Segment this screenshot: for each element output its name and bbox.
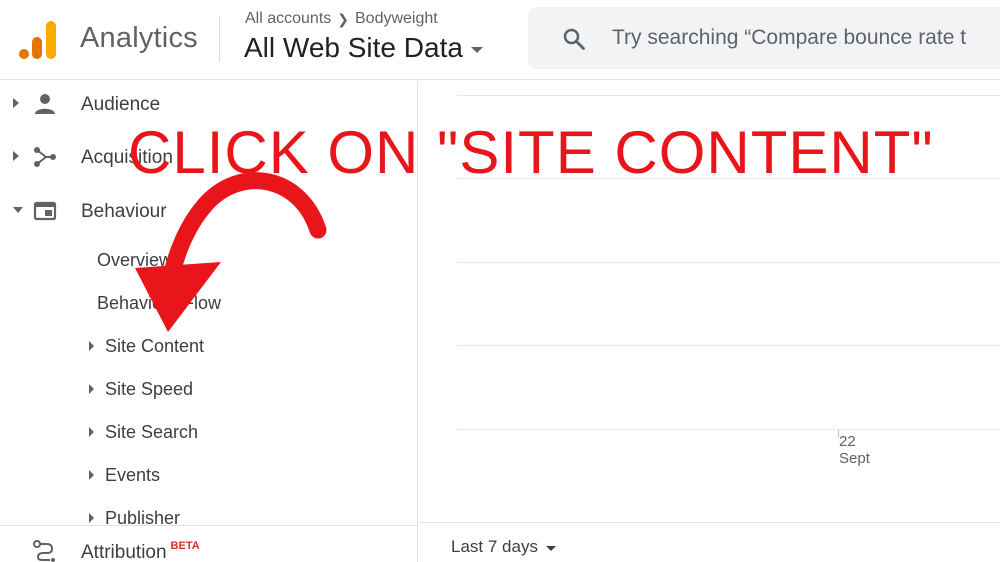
sidebar-item-site-content[interactable]: Site Content [0,328,418,364]
date-range-selector[interactable]: Last 7 days [451,537,556,557]
analytics-logo-icon[interactable] [18,20,58,60]
expand-arrow-icon[interactable] [89,341,94,351]
sidebar-item-attribution[interactable]: Attribution BETA [0,531,418,562]
expand-arrow-icon[interactable] [89,384,94,394]
chevron-right-icon: ❯ [337,10,349,27]
chart-gridline [457,95,1000,96]
sidebar-item-label: Attribution BETA [81,540,200,562]
breadcrumb-account[interactable]: All accounts [245,10,331,28]
caret-down-icon [470,47,483,53]
date-range-label: Last 7 days [451,537,538,556]
chart-gridline [457,345,1000,346]
search-box[interactable] [528,7,1000,69]
attribution-label: Attribution [81,542,167,562]
sidebar-item-label: Events [105,465,161,485]
sidebar-item-site-search[interactable]: Site Search [0,414,418,450]
sidebar-item-events[interactable]: Events [0,457,418,493]
sidebar-item-label: Audience [81,94,161,115]
caret-down-icon [545,545,556,551]
expand-arrow-icon[interactable] [13,151,19,161]
attribution-icon [33,540,55,562]
breadcrumb-property[interactable]: Bodyweight [355,10,438,28]
sidebar-item-audience[interactable]: Audience [0,83,418,125]
product-name: Analytics [80,22,198,54]
sidebar-item-label: Site Search [105,422,199,442]
chart-footer-divider [419,522,1000,523]
sidebar-item-acquisition[interactable]: Acquisition [0,136,418,178]
expand-arrow-icon[interactable] [89,513,94,523]
sidebar-item-label: Behaviour Flow [97,293,222,313]
chart-gridline [457,429,1000,430]
sidebar-item-label: Behaviour [81,201,167,222]
sidebar-item-behaviour-flow[interactable]: Behaviour Flow [0,285,418,321]
sidebar-item-overview[interactable]: Overview [0,242,418,278]
sidebar: Audience Acquisition Behaviour Overview … [0,81,418,562]
chart-tick-label: 22 Sept [839,433,870,467]
tick-day: 22 [839,433,856,450]
main-content: 22 Sept Last 7 days [419,81,1000,562]
app-header: Analytics All accounts ❯ Bodyweight All … [0,0,1000,80]
view-name: All Web Site Data [244,32,463,63]
search-icon[interactable] [562,27,586,51]
chart-gridline [457,262,1000,263]
expand-arrow-icon[interactable] [89,470,94,480]
sidebar-item-label: Site Speed [105,379,194,399]
collapse-arrow-icon[interactable] [13,207,23,213]
sidebar-divider [0,525,418,526]
person-icon [35,94,55,114]
expand-arrow-icon[interactable] [13,98,19,108]
expand-arrow-icon[interactable] [89,427,94,437]
beta-badge: BETA [170,540,200,552]
sidebar-item-behaviour[interactable]: Behaviour [0,190,418,232]
sidebar-item-label: Acquisition [81,147,173,168]
header-divider [219,16,220,62]
breadcrumb[interactable]: All accounts ❯ Bodyweight [245,10,438,28]
sidebar-item-site-speed[interactable]: Site Speed [0,371,418,407]
behaviour-icon [33,201,57,221]
acquisition-icon [34,147,56,167]
view-selector[interactable]: All Web Site Data [244,32,483,64]
sidebar-item-label: Overview [97,250,173,270]
search-input[interactable] [612,20,1000,56]
sidebar-item-label: Site Content [105,336,205,356]
tick-month: Sept [839,450,870,467]
chart-gridline [457,178,1000,179]
